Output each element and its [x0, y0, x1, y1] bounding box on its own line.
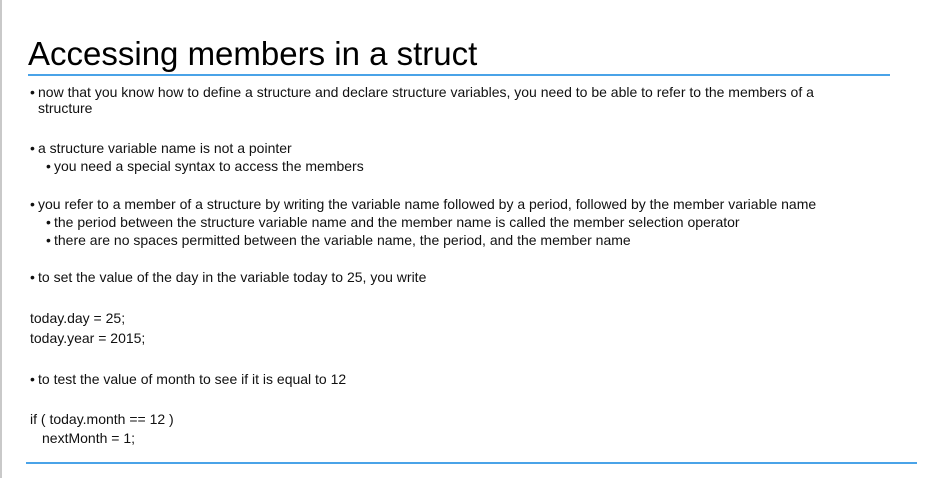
bullet-icon: • [46, 158, 51, 174]
bullet-icon: • [46, 232, 51, 248]
bullet-set-value: • to set the value of the day in the vari… [30, 269, 426, 286]
code-line-next-month: nextMonth = 1; [42, 430, 136, 446]
bullet-icon: • [30, 196, 35, 212]
bullet-text: you refer to a member of a structure by … [38, 196, 817, 212]
slide: Accessing members in a struct • now that … [0, 0, 934, 478]
bullet-text: a structure variable name is not a point… [38, 140, 292, 156]
title-underline [28, 74, 890, 76]
bullet-define-structure: • now that you know how to define a struc… [30, 84, 814, 101]
bullet-icon: • [30, 140, 35, 156]
bullet-text: the period between the structure variabl… [54, 214, 740, 230]
bullet-text: now that you know how to define a struct… [38, 84, 814, 100]
slide-title: Accessing members in a struct [28, 35, 478, 72]
bullet-text: you need a special syntax to access the … [54, 158, 364, 174]
sub-bullet-selection-operator: • the period between the structure variab… [46, 214, 740, 231]
slide-left-edge [0, 0, 2, 478]
bullet-icon: • [30, 371, 35, 387]
bullet-icon: • [46, 214, 51, 230]
code-line-year: today.year = 2015; [30, 330, 146, 346]
bullet-define-structure-continued: structure [38, 100, 93, 116]
bullet-icon: • [30, 269, 35, 285]
bullet-test-month: • to test the value of month to see if it… [30, 371, 346, 388]
sub-bullet-no-spaces: • there are no spaces permitted between t… [46, 232, 631, 249]
bullet-icon: • [30, 84, 35, 100]
bullet-text: to set the value of the day in the varia… [38, 269, 427, 285]
code-line-if: if ( today.month == 12 ) [30, 411, 174, 427]
bullet-text: there are no spaces permitted between th… [54, 232, 631, 248]
code-line-day: today.day = 25; [30, 310, 126, 326]
bullet-text: to test the value of month to see if it … [38, 371, 347, 387]
sub-bullet-special-syntax: • you need a special syntax to access the… [46, 158, 364, 175]
footer-rule [26, 462, 917, 464]
bullet-refer-member: • you refer to a member of a structure by… [30, 196, 816, 213]
bullet-not-pointer: • a structure variable name is not a poin… [30, 140, 292, 157]
